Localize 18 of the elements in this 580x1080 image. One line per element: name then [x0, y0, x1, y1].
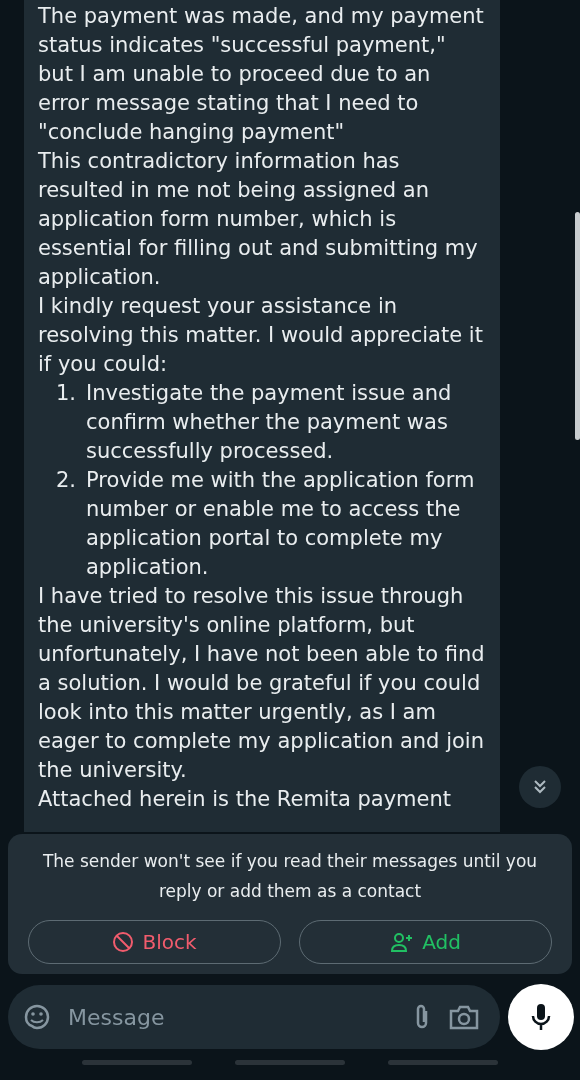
list-number: 2. [56, 467, 78, 494]
message-text: I have tried to resolve this issue through the university's online platform, but unfortunately, I have not been able to find a solution. I would be grateful if you could look into this matter urgently, as I am eager to complete my application and join the university. [38, 583, 486, 784]
camera-icon [448, 1003, 480, 1031]
message-text: Attached herein is the Remita payment [38, 786, 453, 813]
message-text: Investigate the payment issue and confirm whether the payment was successfully processed. [86, 380, 453, 465]
add-person-icon [390, 931, 415, 953]
list-number: 1. [56, 380, 78, 407]
scroll-down-button[interactable] [519, 766, 561, 808]
block-icon [112, 931, 135, 953]
message-bar[interactable]: Message [8, 985, 500, 1049]
microphone-icon [529, 1001, 553, 1033]
message-text: The payment was made, and my payment status indicates "successful payment," but I am unable to proceed due to an error message stating that I need to "conclude hanging payment" [38, 3, 485, 146]
notice-text: The sender won't see if you read their messages until you reply or add them as a contact [41, 850, 539, 903]
message-text: I kindly request your assistance in resolving this matter. I would appreciate it if you could: [38, 293, 484, 378]
sticker-icon [22, 1002, 52, 1032]
message-input[interactable]: Message [66, 1003, 396, 1031]
message-text: Provide me with the application form number or enable me to access the application portal to complete my application. [86, 467, 476, 581]
message-text: This contradictory information has resulted in me not being assigned an application form number, which is essential for filling out and submitting my application. [38, 148, 479, 291]
